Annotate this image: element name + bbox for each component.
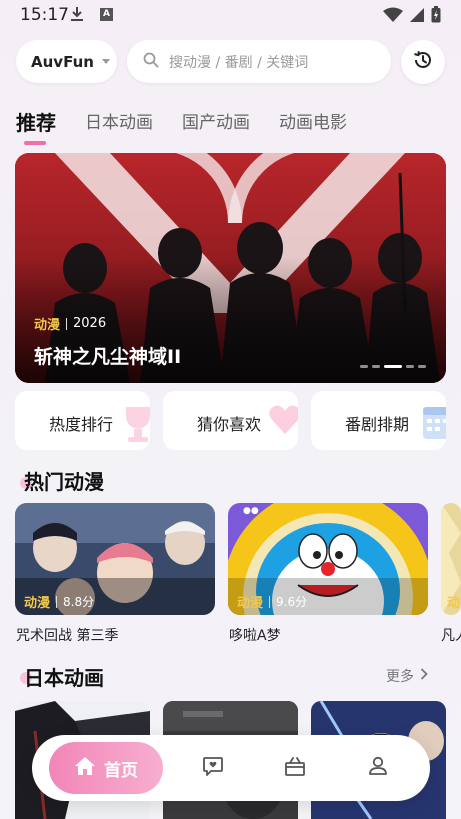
wifi-icon	[383, 7, 403, 27]
status-right-icons	[383, 6, 441, 27]
tab-recommend[interactable]: 推荐	[16, 110, 56, 136]
pagination-dot-active[interactable]	[384, 365, 402, 368]
gift-icon	[284, 755, 306, 781]
battery-icon	[431, 6, 441, 27]
search-placeholder: 搜动漫 / 番剧 / 关键词	[169, 54, 309, 71]
anime-card-jujutsu[interactable]: 动漫 8.8分	[15, 503, 215, 615]
status-bar: 15:17 A	[0, 0, 461, 30]
pagination-dot[interactable]	[372, 365, 380, 368]
card-info: 动漫 9.6分	[237, 592, 307, 611]
top-bar: AuvFun 搜动漫 / 番剧 / 关键词	[16, 40, 445, 84]
chevron-right-icon	[420, 668, 428, 684]
heart-icon	[267, 401, 298, 441]
anime-card-partial[interactable]: 动	[441, 503, 461, 615]
nav-messages-button[interactable]	[200, 755, 226, 781]
home-icon	[74, 756, 96, 780]
tag-divider	[269, 595, 271, 608]
status-time: 15:17	[20, 5, 69, 25]
japanese-anime-title: 日本动画	[24, 666, 104, 690]
anime-card-doraemon[interactable]: ●● 动漫 9.6分	[228, 503, 428, 615]
pagination-dot[interactable]	[418, 365, 426, 368]
calendar-icon	[421, 401, 446, 445]
card-title[interactable]: 哆啦A梦	[229, 625, 281, 645]
banner-year: 2026	[73, 316, 107, 331]
nav-home-label: 首页	[104, 760, 138, 781]
banner-title: 斩神之凡尘神域II	[34, 346, 182, 368]
card-info: 动	[447, 592, 460, 611]
card-type-tag: 动漫	[24, 596, 51, 611]
quick-link-label: 猜你喜欢	[197, 415, 262, 434]
bottom-navigation: 首页	[32, 735, 430, 801]
svg-text:●●: ●●	[243, 506, 259, 516]
banner-pagination	[360, 365, 426, 368]
pagination-dot[interactable]	[360, 365, 368, 368]
tab-japanese-anime[interactable]: 日本动画	[85, 110, 153, 136]
status-a-icon: A	[100, 8, 113, 21]
card-type-tag: 动漫	[237, 596, 264, 611]
history-icon	[412, 49, 434, 75]
tag-divider	[56, 595, 58, 608]
trophy-icon	[122, 403, 150, 447]
card-score: 8.8分	[63, 595, 95, 609]
caret-down-icon	[101, 59, 110, 64]
category-tabs: 推荐 日本动画 国产动画 动画电影	[16, 110, 376, 146]
nav-home-button[interactable]: 首页	[49, 742, 163, 794]
banner-type-tag: 动漫	[34, 318, 61, 333]
tag-divider	[66, 317, 68, 330]
quick-link-hot-ranking[interactable]: 热度排行	[15, 391, 150, 450]
signal-icon	[409, 7, 425, 27]
card-title[interactable]: 凡人	[441, 625, 461, 645]
quick-link-schedule[interactable]: 番剧排期	[311, 391, 446, 450]
card-score: 9.6分	[276, 595, 308, 609]
more-label: 更多	[386, 669, 414, 685]
quick-link-guess-you-like[interactable]: 猜你喜欢	[163, 391, 298, 450]
history-button[interactable]	[401, 40, 445, 84]
card-info: 动漫 8.8分	[24, 592, 94, 611]
quick-link-label: 番剧排期	[345, 415, 410, 434]
source-selector[interactable]: AuvFun	[16, 40, 117, 83]
person-icon	[367, 755, 389, 781]
card-title[interactable]: 咒术回战 第三季	[16, 625, 118, 645]
quick-link-label: 热度排行	[49, 415, 114, 434]
pagination-dot[interactable]	[406, 365, 414, 368]
chat-heart-icon	[202, 755, 224, 781]
nav-gift-button[interactable]	[282, 755, 308, 781]
search-input[interactable]: 搜动漫 / 番剧 / 关键词	[127, 40, 391, 83]
download-icon	[70, 6, 84, 26]
banner-tags: 动漫 2026	[34, 314, 106, 333]
search-icon	[143, 52, 159, 72]
hot-anime-title: 热门动漫	[24, 470, 104, 494]
active-tab-indicator	[24, 141, 46, 145]
brand-label: AuvFun	[31, 52, 94, 71]
card-type-tag: 动	[447, 596, 461, 611]
tab-chinese-anime[interactable]: 国产动画	[182, 110, 250, 136]
hero-banner[interactable]: 动漫 2026 斩神之凡尘神域II	[15, 153, 446, 383]
more-link[interactable]: 更多	[386, 666, 428, 686]
quick-links: 热度排行 猜你喜欢 番剧排期	[15, 391, 461, 450]
nav-profile-button[interactable]	[365, 755, 391, 781]
tab-anime-movies[interactable]: 动画电影	[279, 110, 347, 136]
